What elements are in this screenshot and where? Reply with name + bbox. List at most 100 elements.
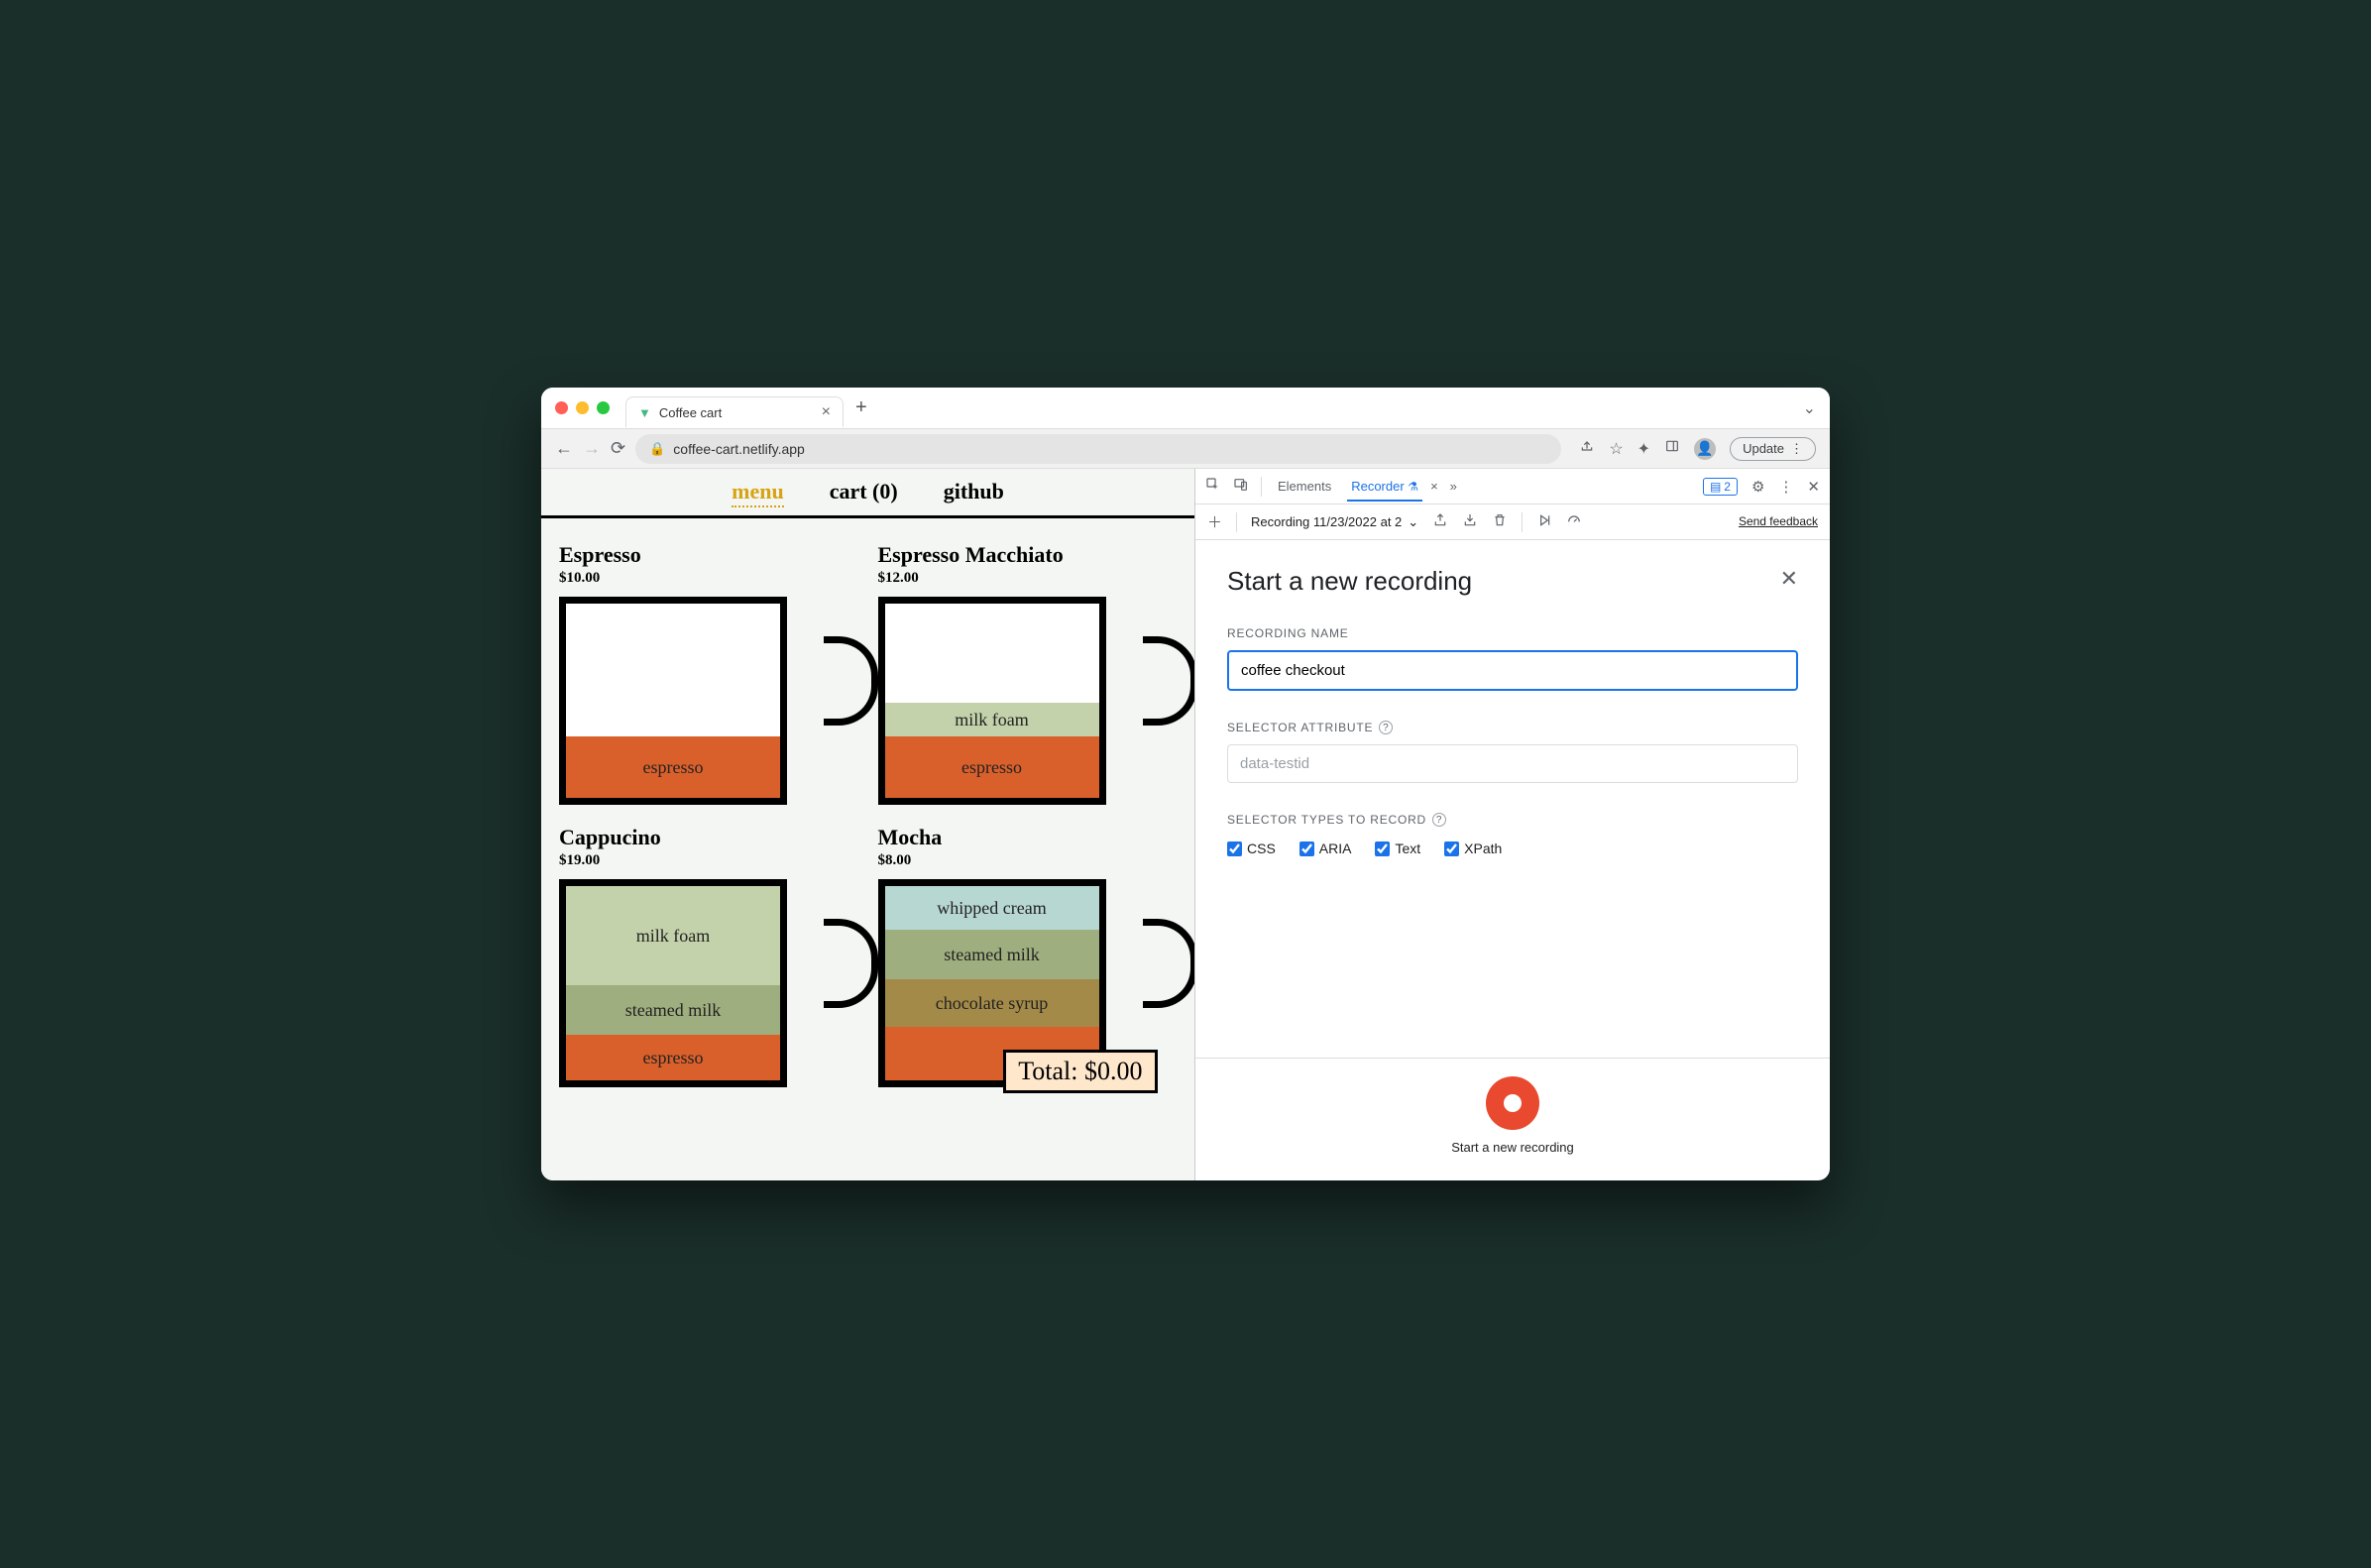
share-icon[interactable] [1579,438,1595,459]
start-recording-button[interactable] [1486,1076,1539,1130]
check-xpath[interactable]: XPath [1444,840,1502,856]
inspect-icon[interactable] [1205,477,1221,497]
devtools-panel: Elements Recorder ⚗ × » ▤ 2 ⚙ ⋮ ✕ [1195,469,1830,1180]
tab-title: Coffee cart [659,405,722,420]
cup-illustration: espresso [559,597,787,805]
product-price: $12.00 [878,570,1178,587]
layer-milk-foam: milk foam [885,703,1099,736]
selector-attribute-label: SELECTOR ATTRIBUTE ? [1227,721,1798,734]
more-tabs-icon[interactable]: » [1450,479,1457,494]
product-price: $10.00 [559,570,858,587]
site-nav: menu cart (0) github [541,469,1194,518]
devtools-tabstrip: Elements Recorder ⚗ × » ▤ 2 ⚙ ⋮ ✕ [1195,469,1830,504]
profile-avatar[interactable]: 👤 [1694,438,1716,460]
product-mocha[interactable]: Mocha $8.00 whipped cream steamed milk c… [878,825,1178,1087]
layer-whipped-cream: whipped cream [885,886,1099,930]
browser-window: ▼ Coffee cart × + ⌄ ← → ⟳ 🔒 coffee-cart.… [541,388,1830,1180]
page-viewport: menu cart (0) github Espresso $10.00 esp… [541,469,1195,1180]
check-text[interactable]: Text [1375,840,1420,856]
browser-tab[interactable]: ▼ Coffee cart × [625,396,844,427]
address-bar: ← → ⟳ 🔒 coffee-cart.netlify.app ☆ ✦ 👤 Up… [541,429,1830,469]
add-recording-icon[interactable]: ＋ [1207,511,1222,532]
kebab-icon[interactable]: ⋮ [1778,478,1793,496]
vue-icon: ▼ [638,405,651,420]
nav-github[interactable]: github [944,479,1004,507]
selector-types-checks: CSS ARIA Text XPath [1227,840,1798,856]
cup-handle [1143,919,1196,1008]
nav-menu[interactable]: menu [732,479,784,507]
delete-icon[interactable] [1492,512,1508,532]
help-icon[interactable]: ? [1379,721,1393,734]
url-text: coffee-cart.netlify.app [673,441,805,457]
issues-badge[interactable]: ▤ 2 [1703,478,1738,496]
tab-recorder[interactable]: Recorder ⚗ [1347,471,1422,502]
sidepanel-icon[interactable] [1664,438,1680,459]
product-price: $8.00 [878,852,1178,869]
lock-icon: 🔒 [649,441,665,457]
content-area: menu cart (0) github Espresso $10.00 esp… [541,469,1830,1180]
products-grid: Espresso $10.00 espresso Espresso Macchi… [541,518,1194,1087]
help-icon[interactable]: ? [1432,813,1446,827]
product-title: Mocha [878,825,1178,850]
bookmark-icon[interactable]: ☆ [1609,439,1623,459]
cup-handle [824,919,878,1008]
layer-espresso: espresso [566,736,780,798]
chevron-down-icon: ⌄ [1408,514,1418,530]
check-aria[interactable]: ARIA [1299,840,1352,856]
import-icon[interactable] [1462,512,1478,532]
layer-steamed-milk: steamed milk [885,930,1099,979]
close-devtools-icon[interactable]: ✕ [1807,478,1820,496]
recorder-form: ✕ Start a new recording RECORDING NAME S… [1195,540,1830,1058]
layer-espresso: espresso [566,1035,780,1080]
flask-icon: ⚗ [1408,480,1418,494]
extensions-icon[interactable]: ✦ [1637,439,1650,459]
check-css[interactable]: CSS [1227,840,1276,856]
selector-types-label: SELECTOR TYPES TO RECORD ? [1227,813,1798,827]
cup-illustration: milk foam espresso [878,597,1106,805]
nav-cart[interactable]: cart (0) [830,479,898,507]
cart-total-badge[interactable]: Total: $0.00 [1003,1050,1157,1093]
product-title: Espresso [559,542,858,568]
new-tab-button[interactable]: + [855,396,867,419]
reload-button[interactable]: ⟳ [611,438,625,459]
close-tab-recorder-icon[interactable]: × [1430,479,1438,494]
gear-icon[interactable]: ⚙ [1751,478,1764,496]
minimize-window-button[interactable] [576,401,589,414]
tabs-overflow-icon[interactable]: ⌄ [1803,398,1816,418]
recording-name-label: RECORDING NAME [1227,626,1798,640]
product-espresso[interactable]: Espresso $10.00 espresso [559,542,858,805]
send-feedback-link[interactable]: Send feedback [1739,514,1818,528]
cup-handle [824,636,878,726]
product-macchiato[interactable]: Espresso Macchiato $12.00 milk foam espr… [878,542,1178,805]
browser-titlebar: ▼ Coffee cart × + ⌄ [541,388,1830,429]
url-input[interactable]: 🔒 coffee-cart.netlify.app [635,434,1561,464]
start-recording-label: Start a new recording [1451,1140,1574,1155]
layer-milk-foam: milk foam [566,886,780,985]
device-toolbar-icon[interactable] [1233,477,1249,497]
product-cappucino[interactable]: Cappucino $19.00 milk foam steamed milk … [559,825,858,1087]
layer-chocolate-syrup: chocolate syrup [885,979,1099,1027]
replay-icon[interactable] [1536,512,1552,532]
close-panel-icon[interactable]: ✕ [1780,566,1798,592]
close-tab-icon[interactable]: × [822,403,831,421]
product-price: $19.00 [559,852,858,869]
issue-icon: ▤ [1710,480,1721,494]
window-controls [555,401,610,414]
recorder-footer: Start a new recording [1195,1058,1830,1180]
forward-button[interactable]: → [583,438,601,459]
close-window-button[interactable] [555,401,568,414]
tab-elements[interactable]: Elements [1274,471,1335,502]
selector-attribute-input[interactable] [1227,744,1798,783]
kebab-icon: ⋮ [1790,441,1803,457]
export-icon[interactable] [1432,512,1448,532]
recording-name-input[interactable] [1227,650,1798,691]
back-button[interactable]: ← [555,438,573,459]
product-title: Cappucino [559,825,858,850]
recording-dropdown[interactable]: Recording 11/23/2022 at 2 ⌄ [1251,514,1418,530]
panel-title: Start a new recording [1227,566,1798,597]
update-button[interactable]: Update ⋮ [1730,437,1816,461]
recorder-toolbar: ＋ Recording 11/23/2022 at 2 ⌄ [1195,504,1830,540]
maximize-window-button[interactable] [597,401,610,414]
toolbar-icons: ☆ ✦ 👤 Update ⋮ [1579,437,1816,461]
replay-speed-icon[interactable] [1566,512,1582,532]
